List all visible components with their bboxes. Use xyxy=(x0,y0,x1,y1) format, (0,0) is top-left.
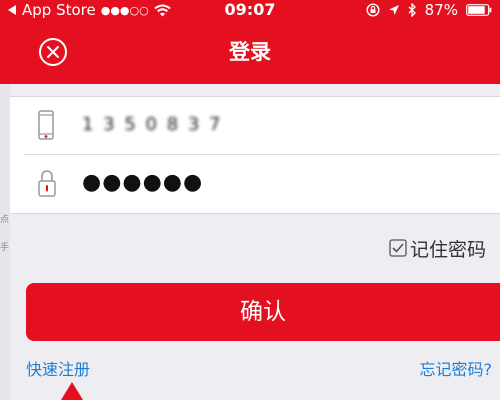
remember-password-label: 记住密码 xyxy=(409,238,486,261)
remember-password-checkbox[interactable]: 记住密码 xyxy=(389,237,486,261)
wifi-icon xyxy=(154,4,171,16)
phone-input-value[interactable]: 1 3 5 0 8 3 7 xyxy=(82,114,223,138)
background-text: 手 xyxy=(0,243,10,253)
battery-percent: 87% xyxy=(424,1,458,19)
nav-bar: 登录 xyxy=(0,20,500,84)
login-form-card: 1 3 5 0 8 3 7 ●●●●●● xyxy=(10,96,500,214)
status-bar: App Store ●●●○○ 09:07 87% xyxy=(0,0,500,20)
quick-register-link[interactable]: 快速注册 xyxy=(26,356,90,379)
status-bar-right: 87% xyxy=(366,0,492,20)
orientation-lock-icon xyxy=(366,3,380,17)
signal-strength-icon: ●●●○○ xyxy=(100,3,149,17)
phone-icon xyxy=(38,110,54,140)
bluetooth-icon xyxy=(408,3,416,17)
background-text: 点 xyxy=(0,215,10,225)
back-triangle-icon xyxy=(8,5,16,15)
battery-icon xyxy=(466,4,492,16)
lock-icon xyxy=(38,170,56,197)
confirm-button[interactable]: 确认 xyxy=(26,283,500,341)
password-input-value[interactable]: ●●●●●● xyxy=(82,170,203,198)
background-page-edge: 点 手 xyxy=(0,84,10,400)
back-app-label: App Store xyxy=(22,1,96,19)
page-title: 登录 xyxy=(229,40,271,64)
checkbox-checked-icon[interactable] xyxy=(389,239,407,257)
close-circle-icon xyxy=(39,38,67,66)
close-button[interactable] xyxy=(38,37,68,67)
phone-field[interactable]: 1 3 5 0 8 3 7 xyxy=(24,97,500,155)
forgot-password-link[interactable]: 忘记密码? xyxy=(420,356,493,379)
annotation-arrow-icon xyxy=(61,382,83,400)
status-bar-left[interactable]: App Store ●●●○○ xyxy=(6,0,171,20)
password-field[interactable]: ●●●●●● xyxy=(24,156,500,214)
location-arrow-icon xyxy=(388,5,399,15)
